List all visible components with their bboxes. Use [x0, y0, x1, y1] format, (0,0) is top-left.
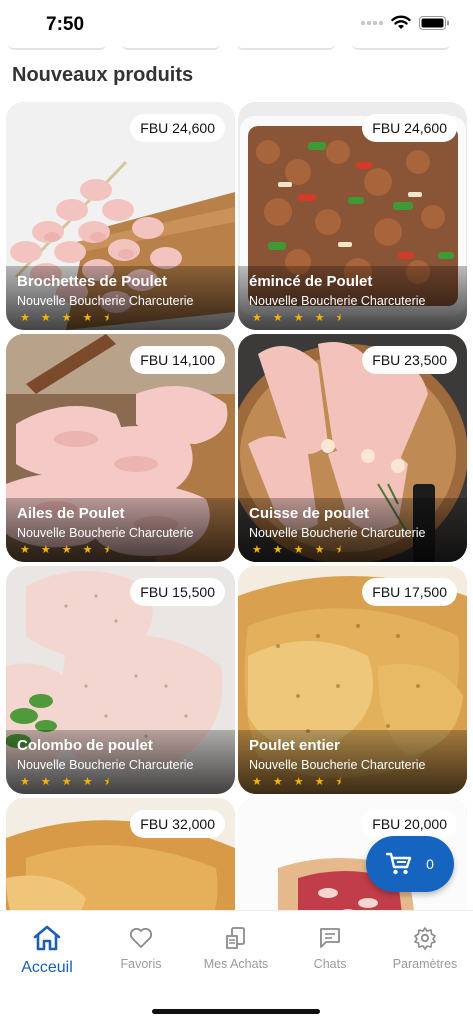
star-icon: ★ — [252, 544, 262, 556]
cart-icon — [386, 852, 412, 875]
star-icon: ★ — [252, 312, 262, 324]
star-icon: ★ — [40, 312, 51, 324]
star-icon: ★ — [40, 544, 51, 556]
price-badge: FBU 20,000 — [362, 810, 457, 838]
product-name: Ailes de Poulet — [17, 505, 125, 522]
star-icon: ★ — [20, 544, 30, 556]
price-badge: FBU 32,000 — [130, 810, 225, 838]
signal-icon — [361, 21, 383, 25]
nav-item-favorites[interactable]: Favoris — [94, 925, 188, 971]
price-badge: FBU 14,100 — [130, 346, 225, 374]
price-badge: FBU 23,500 — [362, 346, 457, 374]
nav-label: Mes Achats — [203, 957, 269, 971]
category-chips — [0, 44, 473, 52]
star-icon: ★ — [314, 544, 325, 556]
cart-count: 0 — [426, 856, 434, 872]
category-chip[interactable] — [122, 44, 220, 50]
home-icon — [33, 925, 61, 951]
category-chip[interactable] — [8, 44, 106, 50]
product-grid: FBU 24,600 Brochettes de Poulet Nouvelle… — [0, 102, 473, 910]
star-icon: ★ — [293, 312, 304, 324]
product-card[interactable]: FBU 15,500 Colombo de poulet Nouvelle Bo… — [6, 566, 235, 794]
chat-icon — [320, 928, 340, 948]
rating-stars: ★ ★ ★ ★ ★ — [252, 776, 345, 788]
gear-icon — [414, 927, 436, 950]
star-icon: ★ — [272, 776, 283, 788]
product-card[interactable]: FBU 24,600 émincé de Poulet Nouvelle Bou… — [238, 102, 467, 330]
product-card[interactable]: FBU 32,000 — [6, 798, 235, 910]
receipt-icon — [226, 927, 245, 949]
star-icon: ★ — [272, 544, 283, 556]
category-chip[interactable] — [237, 44, 335, 50]
star-icon: ★ — [82, 776, 93, 788]
price-badge: FBU 24,600 — [362, 114, 457, 142]
nav-item-settings[interactable]: Paramètres — [378, 925, 472, 971]
star-half-icon: ★ — [103, 312, 114, 324]
shop-name: Nouvelle Boucherie Charcuterie — [249, 294, 426, 308]
rating-stars: ★ ★ ★ ★ ★ — [252, 544, 345, 556]
nav-label: Acceuil — [21, 959, 73, 976]
nav-item-purchases[interactable]: Mes Achats — [189, 925, 283, 971]
star-icon: ★ — [61, 312, 72, 324]
nav-label: Chats — [313, 957, 347, 971]
cart-button[interactable]: 0 — [366, 836, 454, 892]
shop-name: Nouvelle Boucherie Charcuterie — [17, 758, 194, 772]
star-half-icon: ★ — [335, 544, 346, 556]
product-name: Colombo de poulet — [17, 737, 153, 754]
bottom-nav: Acceuil Favoris Mes Achats Chats Paramèt… — [0, 910, 473, 1024]
rating-stars: ★ ★ ★ ★ ★ — [252, 312, 345, 324]
shop-name: Nouvelle Boucherie Charcuterie — [17, 526, 194, 540]
star-half-icon: ★ — [103, 776, 114, 788]
section-title: Nouveaux produits — [12, 64, 194, 86]
star-icon: ★ — [61, 544, 72, 556]
category-chip[interactable] — [352, 44, 450, 50]
product-name: Brochettes de Poulet — [17, 273, 168, 290]
status-bar: 7:50 — [0, 0, 473, 50]
star-icon: ★ — [314, 312, 325, 324]
wifi-icon — [391, 15, 411, 29]
star-icon: ★ — [272, 312, 283, 324]
rating-stars: ★ ★ ★ ★ ★ — [20, 776, 113, 788]
price-badge: FBU 17,500 — [362, 578, 457, 606]
product-name: émincé de Poulet — [249, 273, 373, 290]
product-name: Cuisse de poulet — [249, 505, 370, 522]
status-time: 7:50 — [46, 14, 85, 35]
nav-label: Paramètres — [392, 957, 458, 971]
status-icons — [361, 15, 449, 31]
star-icon: ★ — [293, 544, 304, 556]
star-icon: ★ — [40, 776, 51, 788]
star-icon: ★ — [252, 776, 262, 788]
star-half-icon: ★ — [335, 776, 346, 788]
shop-name: Nouvelle Boucherie Charcuterie — [249, 758, 426, 772]
price-badge: FBU 24,600 — [130, 114, 225, 142]
star-icon: ★ — [293, 776, 304, 788]
nav-label: Favoris — [120, 957, 162, 971]
star-icon: ★ — [20, 312, 30, 324]
rating-stars: ★ ★ ★ ★ ★ — [20, 312, 113, 324]
product-card[interactable]: FBU 17,500 Poulet entier Nouvelle Bouche… — [238, 566, 467, 794]
star-icon: ★ — [61, 776, 72, 788]
heart-icon — [129, 927, 153, 948]
star-icon: ★ — [82, 544, 93, 556]
nav-item-chats[interactable]: Chats — [283, 925, 377, 971]
product-card[interactable]: FBU 14,100 Ailes de Poulet Nouvelle Bouc… — [6, 334, 235, 562]
price-badge: FBU 15,500 — [130, 578, 225, 606]
star-half-icon: ★ — [335, 312, 346, 324]
battery-icon — [419, 16, 449, 30]
rating-stars: ★ ★ ★ ★ ★ — [20, 544, 113, 556]
star-half-icon: ★ — [103, 544, 114, 556]
product-card[interactable]: FBU 24,600 Brochettes de Poulet Nouvelle… — [6, 102, 235, 330]
star-icon: ★ — [314, 776, 325, 788]
star-icon: ★ — [82, 312, 93, 324]
product-name: Poulet entier — [249, 737, 340, 754]
shop-name: Nouvelle Boucherie Charcuterie — [17, 294, 194, 308]
nav-item-home[interactable]: Acceuil — [0, 925, 94, 977]
star-icon: ★ — [20, 776, 30, 788]
shop-name: Nouvelle Boucherie Charcuterie — [249, 526, 426, 540]
product-card[interactable]: FBU 23,500 Cuisse de poulet Nouvelle Bou… — [238, 334, 467, 562]
home-indicator — [152, 1009, 320, 1014]
